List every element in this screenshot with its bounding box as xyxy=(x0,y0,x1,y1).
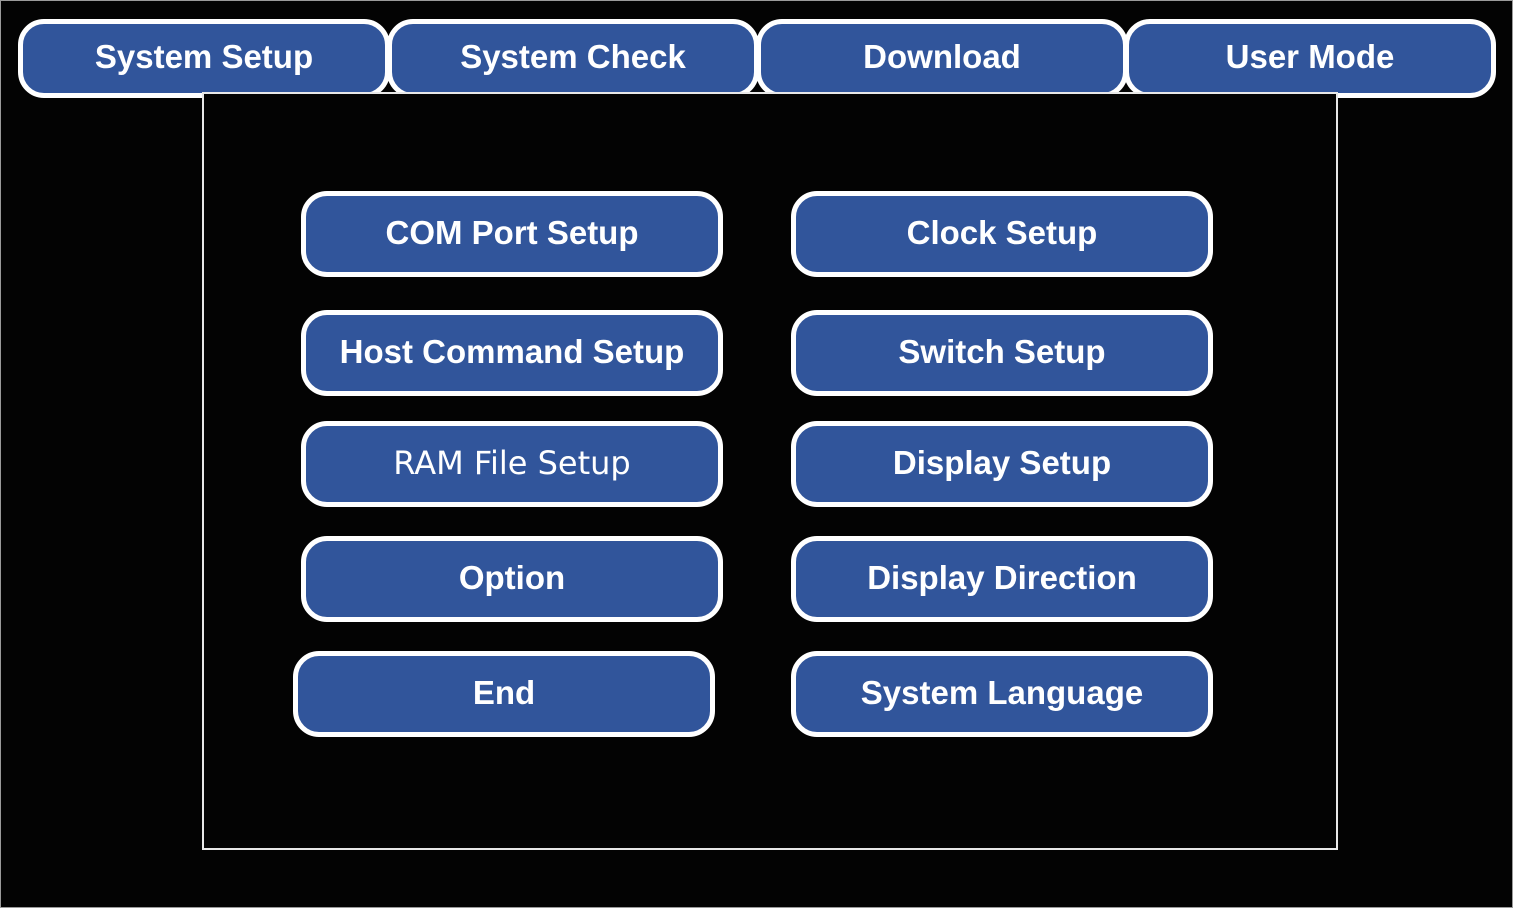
tab-label: System Setup xyxy=(94,37,314,75)
end-button[interactable]: End xyxy=(293,651,715,737)
tab-label: Download xyxy=(863,37,1021,75)
button-label: Display Setup xyxy=(892,444,1112,481)
button-label: Switch Setup xyxy=(898,333,1106,370)
display-direction-button[interactable]: Display Direction xyxy=(791,536,1213,622)
tab-user-mode[interactable]: User Mode xyxy=(1124,19,1496,98)
button-label: Host Command Setup xyxy=(339,333,685,370)
tab-system-setup[interactable]: System Setup xyxy=(18,19,390,98)
button-label: End xyxy=(472,674,536,711)
button-label: Option xyxy=(458,559,566,596)
option-button[interactable]: Option xyxy=(301,536,723,622)
system-language-button[interactable]: System Language xyxy=(791,651,1213,737)
button-label: COM Port Setup xyxy=(385,214,639,251)
ram-file-setup-button[interactable]: RAM File Setup xyxy=(301,421,723,507)
device-screen: System Setup System Check Download User … xyxy=(0,0,1513,908)
clock-setup-button[interactable]: Clock Setup xyxy=(791,191,1213,277)
switch-setup-button[interactable]: Switch Setup xyxy=(791,310,1213,396)
display-setup-button[interactable]: Display Setup xyxy=(791,421,1213,507)
tab-label: User Mode xyxy=(1225,37,1395,75)
tab-label: System Check xyxy=(460,37,686,75)
button-label: RAM File Setup xyxy=(393,444,631,482)
com-port-setup-button[interactable]: COM Port Setup xyxy=(301,191,723,277)
tab-download[interactable]: Download xyxy=(756,19,1128,98)
button-label: Display Direction xyxy=(867,559,1137,596)
button-label: Clock Setup xyxy=(906,214,1098,251)
button-label: System Language xyxy=(860,674,1144,711)
tab-system-check[interactable]: System Check xyxy=(387,19,759,98)
host-command-setup-button[interactable]: Host Command Setup xyxy=(301,310,723,396)
